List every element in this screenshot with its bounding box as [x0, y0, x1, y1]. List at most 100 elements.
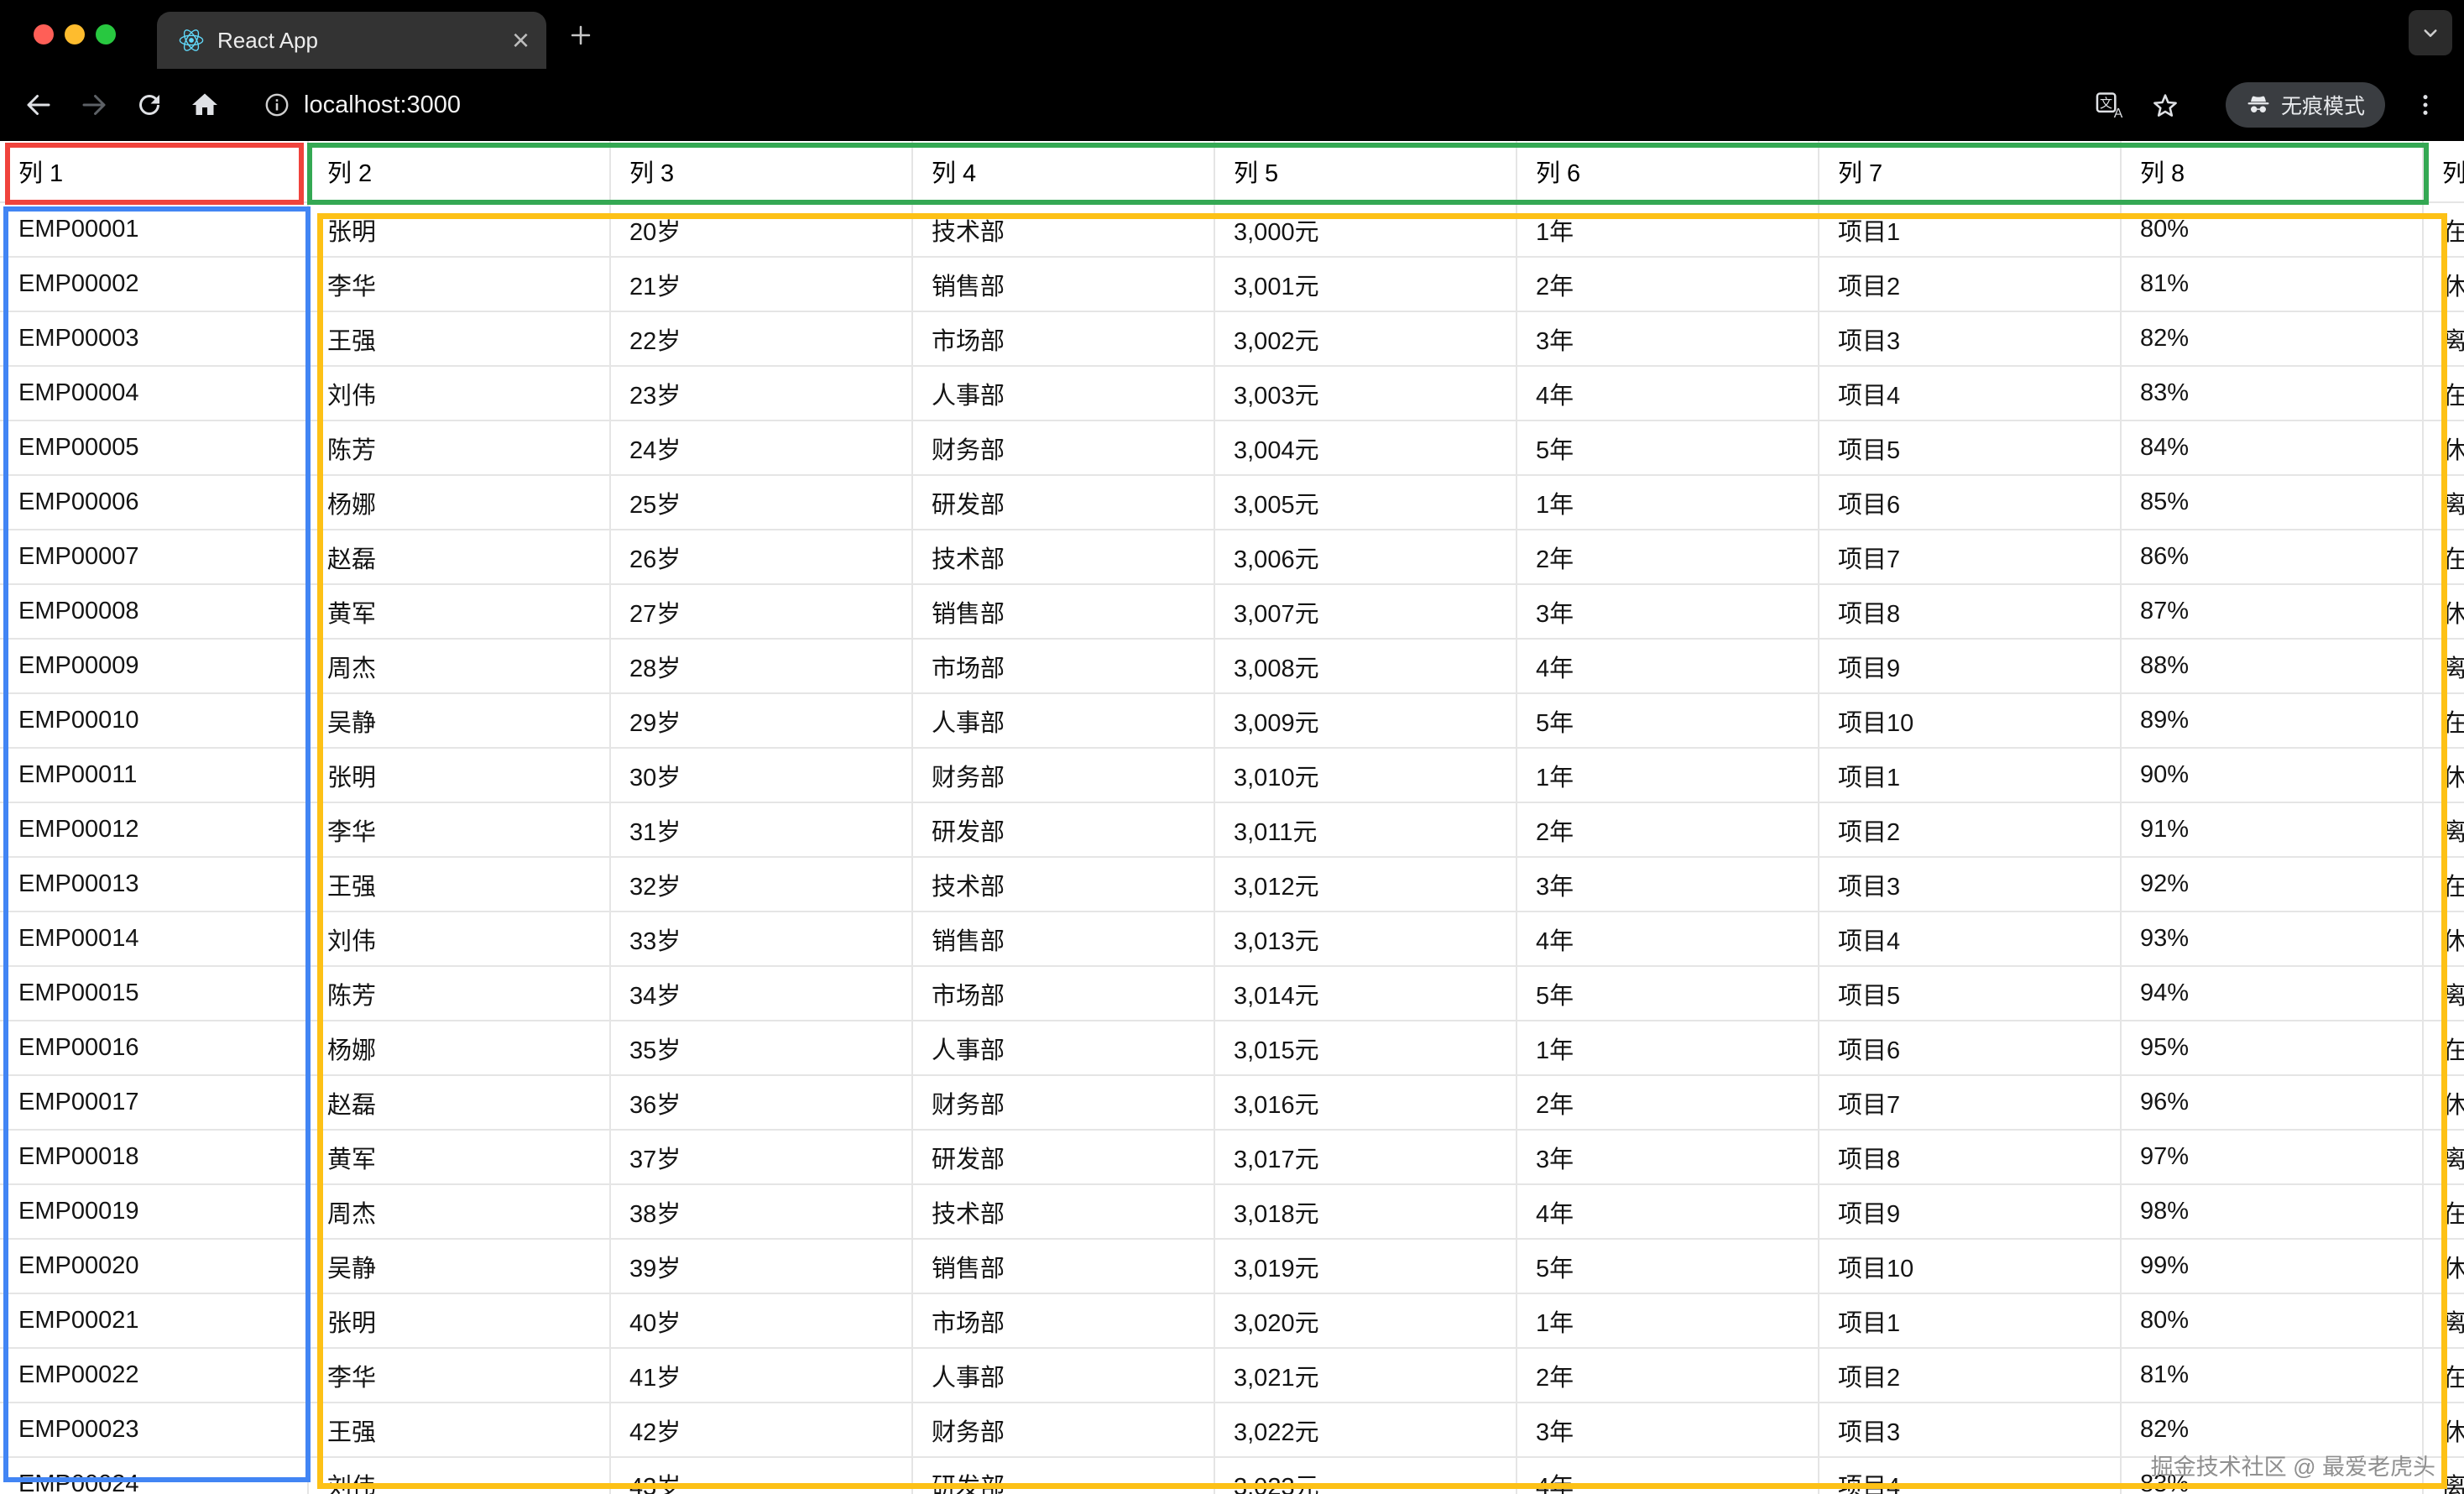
table-cell: 3,023元	[1215, 1458, 1517, 1494]
table-cell: 人事部	[913, 367, 1215, 421]
table-cell: 销售部	[913, 1240, 1215, 1294]
table-cell: 5年	[1517, 694, 1819, 749]
window-maximize-button[interactable]	[96, 24, 116, 44]
table-cell: 5年	[1517, 421, 1819, 476]
table-cell: 3,020元	[1215, 1294, 1517, 1349]
table-cell: 技术部	[913, 858, 1215, 912]
svg-text:A: A	[2114, 107, 2123, 121]
tab-search-button[interactable]	[2409, 10, 2452, 55]
column-header: 列 5	[1215, 141, 1517, 203]
table-cell: 项目8	[1819, 1131, 2122, 1185]
table-cell: 82%	[2122, 1403, 2424, 1458]
table-cell: 市场部	[913, 1294, 1215, 1349]
table-cell: 离职	[2424, 476, 2464, 530]
table-cell: 87%	[2122, 585, 2424, 640]
table-cell: 4年	[1517, 1458, 1819, 1494]
table-cell: 项目1	[1819, 749, 2122, 803]
employee-id-cell: EMP00007	[0, 530, 309, 585]
table-cell: 2年	[1517, 1349, 1819, 1403]
browser-tab[interactable]: React App ×	[157, 12, 546, 69]
new-tab-button[interactable]	[564, 18, 598, 52]
browser-menu-button[interactable]	[2409, 88, 2442, 122]
employee-id-cell: EMP00005	[0, 421, 309, 476]
table-cell: 赵磊	[309, 1076, 611, 1131]
address-bar[interactable]: localhost:3000	[304, 91, 2093, 119]
table-row: EMP00017赵磊36岁财务部3,016元2年项目796%休假	[0, 1076, 2464, 1131]
employee-id-cell: EMP00011	[0, 749, 309, 803]
table-row: EMP00012李华31岁研发部3,011元2年项目291%离职	[0, 803, 2464, 858]
table-cell: 项目3	[1819, 312, 2122, 367]
tab-title: React App	[217, 27, 318, 53]
table-cell: 李华	[309, 803, 611, 858]
reload-button[interactable]	[133, 88, 166, 122]
table-header-row: 列 1列 2列 3列 4列 5列 6列 7列 8列 9	[0, 141, 2464, 203]
table-cell: 1年	[1517, 1294, 1819, 1349]
table-cell: 5年	[1517, 1240, 1819, 1294]
table-cell: 3,018元	[1215, 1185, 1517, 1240]
table-cell: 93%	[2122, 912, 2424, 967]
translate-button[interactable]: 文 A	[2093, 88, 2127, 122]
table-row: EMP00002李华21岁销售部3,001元2年项目281%休假	[0, 258, 2464, 312]
table-cell: 人事部	[913, 694, 1215, 749]
table-cell: 22岁	[611, 312, 913, 367]
table-cell: 34岁	[611, 967, 913, 1021]
table-cell: 项目9	[1819, 1185, 2122, 1240]
incognito-label: 无痕模式	[2280, 95, 2365, 118]
table-cell: 刘伟	[309, 1458, 611, 1494]
table-cell: 3,008元	[1215, 640, 1517, 694]
info-icon	[265, 93, 289, 117]
table-cell: 3,019元	[1215, 1240, 1517, 1294]
site-info-button[interactable]	[260, 88, 294, 122]
table-cell: 项目7	[1819, 530, 2122, 585]
table-cell: 26岁	[611, 530, 913, 585]
table-row: EMP00003王强22岁市场部3,002元3年项目382%离职	[0, 312, 2464, 367]
browser-toolbar: localhost:3000 文 A 无痕模式	[0, 69, 2464, 141]
table-cell: 离职	[2424, 803, 2464, 858]
employee-id-cell: EMP00008	[0, 585, 309, 640]
table-cell: 财务部	[913, 1403, 1215, 1458]
table-cell: 项目2	[1819, 1349, 2122, 1403]
column-header: 列 9	[2424, 141, 2464, 203]
table-row: EMP00011张明30岁财务部3,010元1年项目190%休假	[0, 749, 2464, 803]
table-cell: 2年	[1517, 530, 1819, 585]
table-cell: 离职	[2424, 640, 2464, 694]
table-cell: 离职	[2424, 1458, 2464, 1494]
table-cell: 刘伟	[309, 912, 611, 967]
tab-close-icon[interactable]: ×	[512, 15, 530, 65]
window-minimize-button[interactable]	[65, 24, 85, 44]
employee-id-cell: EMP00015	[0, 967, 309, 1021]
table-cell: 3,012元	[1215, 858, 1517, 912]
data-table[interactable]: EMP00001张明20岁技术部3,000元1年项目180%在职EMP00002…	[0, 203, 2464, 1494]
forward-button[interactable]	[77, 88, 111, 122]
employee-id-cell: EMP00010	[0, 694, 309, 749]
employee-id-cell: EMP00002	[0, 258, 309, 312]
home-button[interactable]	[188, 88, 222, 122]
table-cell: 休假	[2424, 421, 2464, 476]
table-cell: 3年	[1517, 1403, 1819, 1458]
table-cell: 项目2	[1819, 258, 2122, 312]
table-cell: 3,009元	[1215, 694, 1517, 749]
employee-id-cell: EMP00016	[0, 1021, 309, 1076]
table-cell: 研发部	[913, 476, 1215, 530]
table-cell: 3年	[1517, 858, 1819, 912]
table-cell: 41岁	[611, 1349, 913, 1403]
table-cell: 82%	[2122, 312, 2424, 367]
table-cell: 95%	[2122, 1021, 2424, 1076]
table-row: EMP00008黄军27岁销售部3,007元3年项目887%休假	[0, 585, 2464, 640]
table-cell: 3,010元	[1215, 749, 1517, 803]
window-close-button[interactable]	[34, 24, 54, 44]
back-button[interactable]	[22, 88, 55, 122]
table-cell: 3,003元	[1215, 367, 1517, 421]
table-cell: 32岁	[611, 858, 913, 912]
table-cell: 4年	[1517, 1185, 1819, 1240]
table-row: EMP00013王强32岁技术部3,012元3年项目392%在职	[0, 858, 2464, 912]
bookmark-button[interactable]	[2148, 88, 2182, 122]
column-header: 列 1	[0, 141, 309, 203]
translate-icon: 文 A	[2096, 92, 2123, 121]
table-cell: 5年	[1517, 967, 1819, 1021]
table-cell: 27岁	[611, 585, 913, 640]
employee-id-cell: EMP00012	[0, 803, 309, 858]
table-cell: 91%	[2122, 803, 2424, 858]
employee-id-cell: EMP00009	[0, 640, 309, 694]
table-cell: 休假	[2424, 585, 2464, 640]
